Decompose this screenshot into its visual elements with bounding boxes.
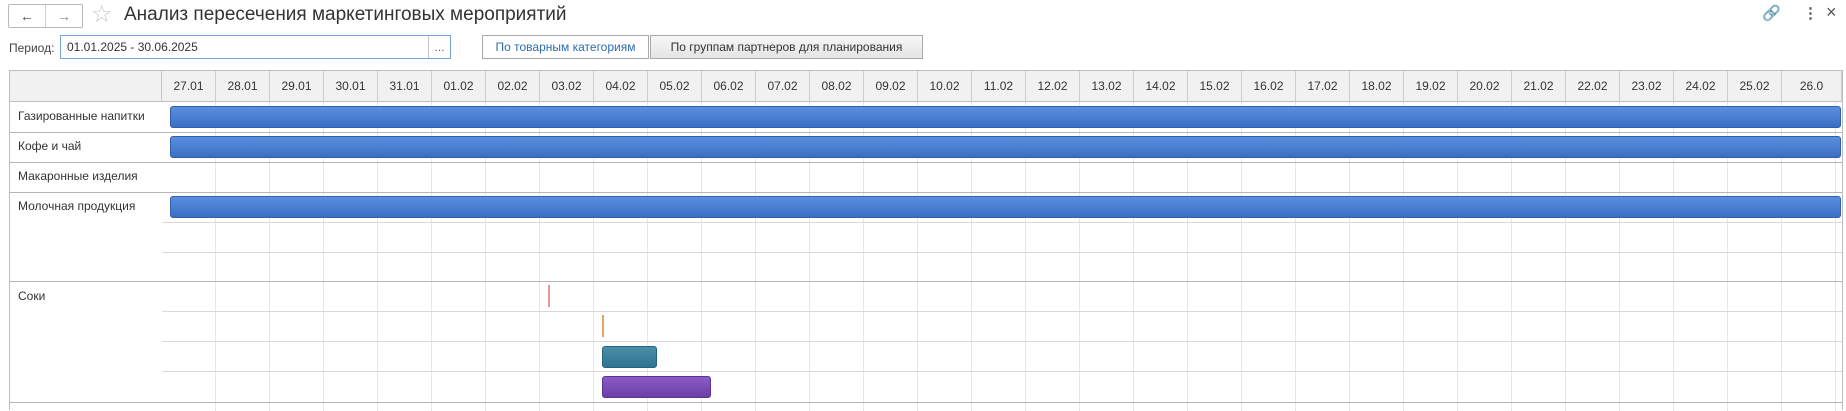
date-header-cell: 21.02	[1512, 71, 1566, 102]
date-header-cell: 18.02	[1350, 71, 1404, 102]
date-header-cell: 13.02	[1080, 71, 1134, 102]
close-icon[interactable]: ×	[1826, 2, 1837, 22]
date-header-cell: 30.01	[324, 71, 378, 102]
tab-product-categories[interactable]: По товарным категориям	[482, 35, 649, 59]
date-header-cell: 15.02	[1188, 71, 1242, 102]
period-label: Период:	[9, 41, 55, 55]
row-label-coffee-tea: Кофе и чай	[18, 139, 82, 153]
date-header-cell: 29.01	[270, 71, 324, 102]
date-header-cell: 26.0	[1782, 71, 1842, 102]
event-bar[interactable]	[602, 346, 657, 368]
date-header-cell: 20.02	[1458, 71, 1512, 102]
date-header-cell: 22.02	[1566, 71, 1620, 102]
date-header-cell: 06.02	[702, 71, 756, 102]
row-gridline	[10, 162, 1842, 163]
page-title: Анализ пересечения маркетинговых меропри…	[124, 4, 567, 25]
date-header-cell: 25.02	[1728, 71, 1782, 102]
date-header-cell: 17.02	[1296, 71, 1350, 102]
row-label-soft-drinks: Газированные напитки	[18, 109, 145, 123]
date-header-cell: 05.02	[648, 71, 702, 102]
arrow-left-icon: ←	[20, 8, 34, 24]
date-header-cell: 02.02	[486, 71, 540, 102]
event-bar[interactable]	[170, 196, 1841, 218]
date-header-cell: 12.02	[1026, 71, 1080, 102]
event-marker[interactable]	[602, 315, 604, 337]
favorite-star-icon[interactable]: ☆	[91, 2, 113, 28]
date-header-cell: 28.01	[216, 71, 270, 102]
row-gridline	[162, 252, 1842, 253]
forward-button[interactable]: →	[45, 5, 82, 27]
row-gridline	[162, 341, 1842, 342]
period-value[interactable]: 01.01.2025 - 30.06.2025	[61, 40, 428, 54]
event-bar[interactable]	[170, 106, 1841, 128]
gantt-header-corner	[10, 71, 162, 102]
event-bar[interactable]	[170, 136, 1841, 158]
period-choose-button[interactable]: ...	[428, 36, 450, 58]
date-header-cell: 03.02	[540, 71, 594, 102]
date-header-cell: 04.02	[594, 71, 648, 102]
date-header-cell: 11.02	[972, 71, 1026, 102]
more-menu-icon[interactable]: ⋮	[1803, 4, 1818, 24]
date-header-cell: 09.02	[864, 71, 918, 102]
date-header-cell: 14.02	[1134, 71, 1188, 102]
row-label-juices: Соки	[18, 289, 46, 303]
arrow-right-icon: →	[57, 8, 71, 24]
date-header-cell: 01.02	[432, 71, 486, 102]
row-gridline	[10, 402, 1842, 403]
date-header-cell: 23.02	[1620, 71, 1674, 102]
link-icon[interactable]: 🔗	[1762, 4, 1781, 24]
date-header-cell: 07.02	[756, 71, 810, 102]
period-field[interactable]: 01.01.2025 - 30.06.2025 ...	[60, 35, 451, 59]
navigation-buttons: ← →	[8, 4, 83, 28]
gantt-chart: 27.01 28.01 29.01 30.01 31.01 01.02 02.02 03.02…	[9, 70, 1843, 411]
row-gridline	[10, 132, 1842, 133]
row-gridline	[10, 281, 1842, 282]
date-header-cell: 16.02	[1242, 71, 1296, 102]
date-header-cell: 10.02	[918, 71, 972, 102]
row-label-dairy: Молочная продукция	[18, 199, 136, 213]
row-label-pasta: Макаронные изделия	[18, 169, 138, 183]
row-gridline	[162, 371, 1842, 372]
row-gridline	[10, 192, 1842, 193]
row-gridline	[162, 311, 1842, 312]
date-header-cell: 08.02	[810, 71, 864, 102]
tab-partner-groups[interactable]: По группам партнеров для планирования	[650, 35, 923, 59]
date-header-cell: 31.01	[378, 71, 432, 102]
event-bar[interactable]	[602, 376, 711, 398]
date-header-cell: 19.02	[1404, 71, 1458, 102]
row-gridline	[162, 222, 1842, 223]
date-header-cell: 27.01	[162, 71, 216, 102]
event-marker[interactable]	[548, 285, 550, 307]
back-button[interactable]: ←	[9, 5, 45, 27]
date-header-cell: 24.02	[1674, 71, 1728, 102]
